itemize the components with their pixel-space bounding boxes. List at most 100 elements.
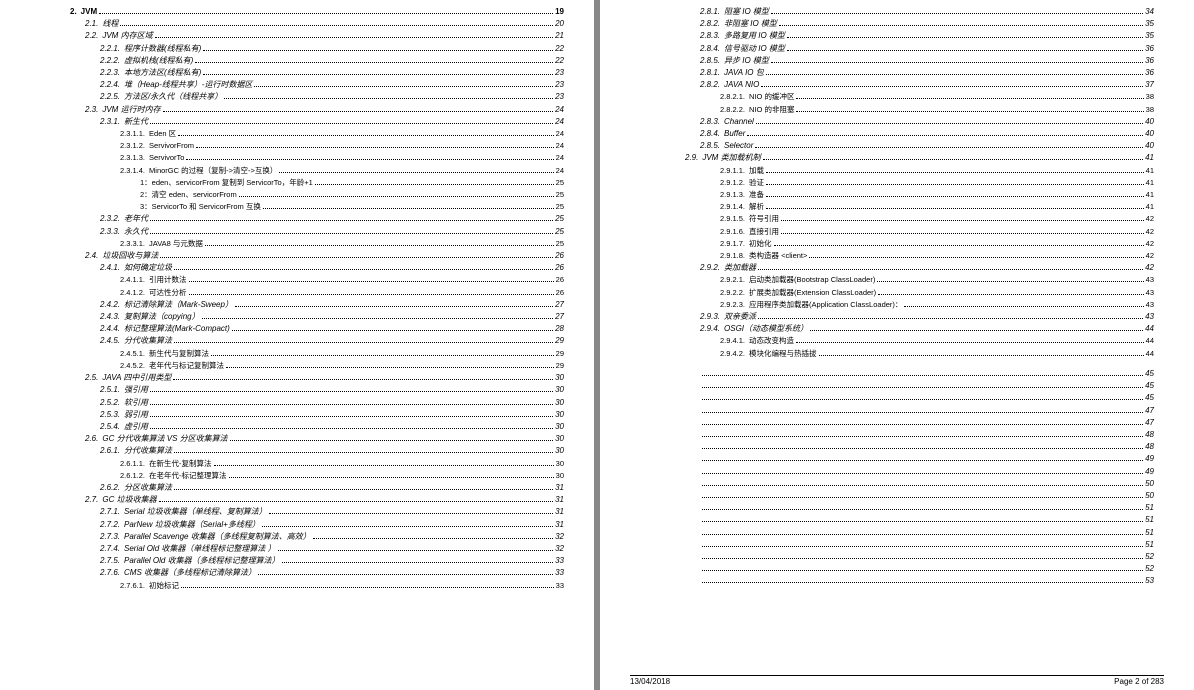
toc-entry-blank: 45 xyxy=(700,392,1154,404)
toc-dots xyxy=(239,196,554,197)
toc-page: 52 xyxy=(1145,563,1154,575)
toc-title: 初始标记 xyxy=(149,580,179,592)
toc-num: 2.6. xyxy=(85,433,98,445)
toc-entry-blank: 50 xyxy=(700,478,1154,490)
toc-entry: 2.7.4.Serial Old 收集器（单线程标记整理算法 ）32 xyxy=(100,543,564,555)
toc-title: JVM 类加载机制 xyxy=(702,152,760,164)
toc-page: 47 xyxy=(1145,405,1154,417)
toc-page: 48 xyxy=(1145,429,1154,441)
toc-num: 2.8.4. xyxy=(700,128,720,140)
toc-dots xyxy=(232,330,553,331)
toc-page: 25 xyxy=(555,213,564,225)
toc-entry: 2.3.JVM 运行时内存24 xyxy=(85,104,564,116)
toc-num: 2.6.1. xyxy=(100,445,120,457)
toc-entry: 2.9.1.7.初始化42 xyxy=(720,238,1154,250)
toc-title: 动态改变构造 xyxy=(749,335,794,347)
toc-page: 41 xyxy=(1146,189,1154,201)
toc-page: 20 xyxy=(555,18,564,30)
toc-title: 启动类加载器(Bootstrap ClassLoader) xyxy=(749,274,875,286)
toc-num: 2.7.5. xyxy=(100,555,120,567)
toc-dots xyxy=(796,98,1143,99)
toc-title: 线程 xyxy=(102,18,118,30)
toc-page: 30 xyxy=(555,397,564,409)
toc-dots xyxy=(702,473,1143,474)
toc-num: 2.4.4. xyxy=(100,323,120,335)
toc-num: 2.2.5. xyxy=(100,91,120,103)
toc-entry: 2.6.1.2.在老年代-标记整理算法30 xyxy=(120,470,564,482)
toc-page: 42 xyxy=(1146,226,1154,238)
toc-num: 2.8.3. xyxy=(700,116,720,128)
toc-num: 2.8.1. xyxy=(700,67,720,79)
toc-dots xyxy=(702,424,1143,425)
toc-dots xyxy=(120,25,553,26)
toc-entry: 2.5.3.弱引用30 xyxy=(100,409,564,421)
toc-entry: 2.9.1.4.解析41 xyxy=(720,201,1154,213)
toc-title: 模块化编程与热插拔 xyxy=(749,348,817,360)
toc-title: 分代收集算法 xyxy=(124,445,172,457)
toc-page: 30 xyxy=(555,445,564,457)
toc-dots xyxy=(755,147,1143,148)
toc-dots xyxy=(159,501,554,502)
toc-page: 27 xyxy=(555,299,564,311)
toc-entry: 2.8.2.非阻塞 IO 模型35 xyxy=(700,18,1154,30)
toc-dots xyxy=(99,13,553,14)
toc-entry: 2.2.1.程序计数器(线程私有)22 xyxy=(100,43,564,55)
toc-dots xyxy=(774,245,1144,246)
toc-page: 22 xyxy=(555,55,564,67)
toc-entry: 2.4.1.2.可达性分析26 xyxy=(120,287,564,299)
toc-entry: 2.5.JAVA 四中引用类型30 xyxy=(85,372,564,384)
toc-title: 类加载器 xyxy=(724,262,756,274)
toc-num: 2.9.1.1. xyxy=(720,165,745,177)
toc-num: 2.7.2. xyxy=(100,519,120,531)
toc-title: 软引用 xyxy=(124,397,148,409)
toc-dots xyxy=(224,98,553,99)
toc-entry: 2.8.4.Buffer40 xyxy=(700,128,1154,140)
toc-dots xyxy=(150,391,553,392)
toc-dots xyxy=(702,509,1143,510)
toc-page: 50 xyxy=(1145,490,1154,502)
toc-title: 弱引用 xyxy=(124,409,148,421)
toc-title: 本地方法区(线程私有) xyxy=(124,67,201,79)
toc-num: 2.7.6.1. xyxy=(120,580,145,592)
toc-dots xyxy=(758,318,1143,319)
toc-page: 25 xyxy=(556,238,564,250)
toc-num: 2.9.3. xyxy=(700,311,720,323)
toc-page: 26 xyxy=(556,274,564,286)
toc-entry: 2.9.4.1.动态改变构造44 xyxy=(720,335,1154,347)
toc-page: 44 xyxy=(1145,323,1154,335)
toc-num: 2.3.1.3. xyxy=(120,152,145,164)
toc-title: 信号驱动 IO 模型 xyxy=(724,43,785,55)
toc-num: 2.4.2. xyxy=(100,299,120,311)
toc-num: 2.9.1.2. xyxy=(720,177,745,189)
toc-dots xyxy=(702,460,1143,461)
toc-entry: 2.9.1.1.加载41 xyxy=(720,165,1154,177)
toc-entry: 2.7.GC 垃圾收集器31 xyxy=(85,494,564,506)
toc-page: 43 xyxy=(1146,299,1154,311)
toc-page: 30 xyxy=(555,421,564,433)
toc-entry: 2.7.6.1. 初始标记 33 xyxy=(120,580,564,592)
toc-num: 2.9.2. xyxy=(700,262,720,274)
toc-title: 标记整理算法(Mark-Compact) xyxy=(124,323,230,335)
toc-page: 36 xyxy=(1145,55,1154,67)
toc-num: 2.3.3.1. xyxy=(120,238,145,250)
toc-title: 2：清空 eden、servicorFrom xyxy=(140,189,237,201)
toc-entry: 2.2.JVM 内存区域21 xyxy=(85,30,564,42)
toc-page: 33 xyxy=(556,580,564,592)
toc-page: 25 xyxy=(556,201,564,213)
toc-page: 23 xyxy=(555,79,564,91)
toc-entry: 2.8.3.Channel40 xyxy=(700,116,1154,128)
toc-title: ServivorFrom xyxy=(149,140,194,152)
toc-page: 44 xyxy=(1146,335,1154,347)
toc-entry: 2.2.2.虚拟机栈(线程私有)22 xyxy=(100,55,564,67)
toc-entry: 2.4.垃圾回收与算法26 xyxy=(85,250,564,262)
toc-page: 30 xyxy=(555,433,564,445)
toc-title: OSGI（动态模型系统） xyxy=(724,323,808,335)
toc-dots xyxy=(150,428,553,429)
toc-page: 40 xyxy=(1145,128,1154,140)
toc-title: 垃圾回收与算法 xyxy=(102,250,158,262)
toc-page: 30 xyxy=(556,470,564,482)
toc-page: 44 xyxy=(1146,348,1154,360)
toc-page: 24 xyxy=(556,128,564,140)
toc-num: 2.5.1. xyxy=(100,384,120,396)
toc-dots xyxy=(189,294,554,295)
